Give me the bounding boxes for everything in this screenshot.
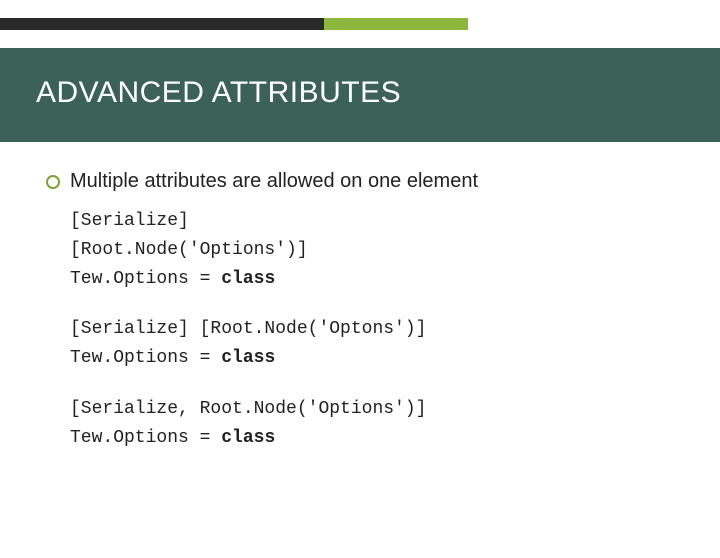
code-line: [Serialize] [Root.Node('Optons')] [70,315,674,344]
code-line: [Serialize, Root.Node('Options')] [70,395,674,424]
code-line: [Serialize] [70,207,674,236]
code-section: [Serialize][Root.Node('Options')]Tew.Opt… [46,207,674,453]
keyword: class [221,269,275,289]
code-line: Tew.Options = class [70,344,674,373]
code-block: [Serialize] [Root.Node('Optons')]Tew.Opt… [70,315,674,373]
bullet-row: Multiple attributes are allowed on one e… [46,170,674,193]
page-title: ADVANCED ATTRIBUTES [36,76,684,110]
title-band: ADVANCED ATTRIBUTES [0,48,720,142]
code-line: Tew.Options = class [70,424,674,453]
code-block: [Serialize][Root.Node('Options')]Tew.Opt… [70,207,674,293]
accent-bar-dark [0,18,324,30]
accent-bar-green [324,18,468,30]
bullet-text: Multiple attributes are allowed on one e… [70,170,478,193]
code-block: [Serialize, Root.Node('Options')]Tew.Opt… [70,395,674,453]
hollow-circle-icon [46,175,60,189]
accent-bars [0,18,720,30]
content-area: Multiple attributes are allowed on one e… [0,142,720,453]
keyword: class [221,428,275,448]
keyword: class [221,348,275,368]
code-line: Tew.Options = class [70,265,674,294]
accent-bar-white [468,18,720,30]
code-line: [Root.Node('Options')] [70,236,674,265]
